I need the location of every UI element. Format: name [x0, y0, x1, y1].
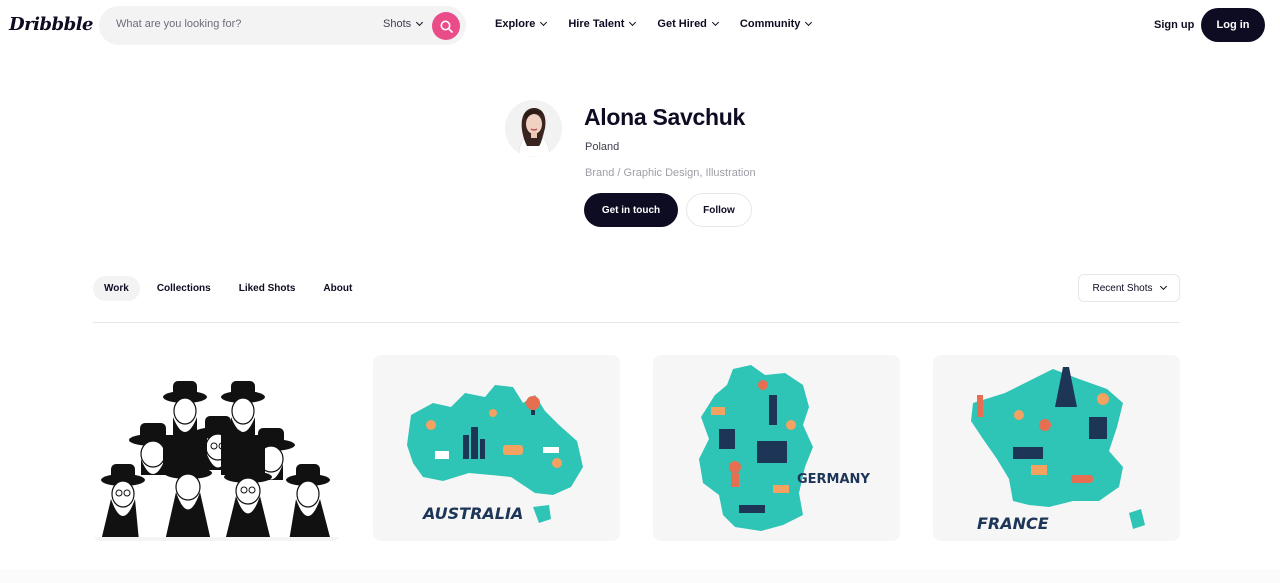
sort-dropdown[interactable]: Recent Shots [1078, 274, 1180, 302]
profile-skills: Brand / Graphic Design, Illustration [585, 167, 756, 179]
search-button[interactable] [432, 12, 460, 40]
search-scope-label: Shots [383, 18, 412, 30]
menu-item-hire-talent[interactable]: Hire Talent [568, 18, 637, 30]
follow-button[interactable]: Follow [686, 193, 752, 227]
main-menu: Explore Hire Talent Get Hired Community [495, 18, 813, 30]
avatar-portrait [505, 100, 562, 157]
chevron-down-icon [629, 18, 637, 27]
shot-thumbnail: FRANCE [933, 355, 1180, 541]
search-input[interactable]: What are you looking for? [116, 18, 356, 30]
avatar [505, 100, 562, 157]
login-button[interactable]: Log in [1201, 8, 1265, 42]
menu-item-label: Hire Talent [568, 18, 625, 30]
tab-liked-shots[interactable]: Liked Shots [228, 276, 307, 301]
divider [93, 322, 1180, 323]
menu-item-label: Explore [495, 18, 536, 30]
profile-location: Poland [585, 141, 620, 153]
search-bar[interactable]: What are you looking for? Shots [99, 6, 466, 45]
sort-label: Recent Shots [1092, 282, 1153, 294]
shot-thumbnail: AUSTRALIA [373, 355, 620, 541]
menu-item-label: Get Hired [657, 18, 707, 30]
menu-item-get-hired[interactable]: Get Hired [657, 18, 719, 30]
signup-link[interactable]: Sign up [1154, 19, 1194, 31]
menu-item-label: Community [739, 18, 801, 30]
shot-card-france[interactable]: FRANCE [933, 355, 1180, 541]
search-icon [440, 20, 453, 33]
menu-item-explore[interactable]: Explore [495, 18, 548, 30]
chevron-down-icon [1159, 282, 1167, 291]
shot-card-germany[interactable]: GERMANY [653, 355, 900, 541]
shot-card-portraits[interactable] [93, 355, 340, 541]
search-scope-select[interactable]: Shots [383, 18, 424, 30]
shot-card-australia[interactable]: AUSTRALIA [373, 355, 620, 541]
get-in-touch-button[interactable]: Get in touch [584, 193, 678, 227]
profile-tabs: Work Collections Liked Shots About [93, 276, 363, 301]
chevron-down-icon [805, 18, 813, 27]
tab-collections[interactable]: Collections [146, 276, 222, 301]
map-title-germany: GERMANY [797, 472, 870, 487]
shot-thumbnail [93, 355, 340, 541]
map-title-france: FRANCE [977, 514, 1049, 533]
chevron-down-icon [711, 18, 719, 27]
profile-name: Alona Savchuk [584, 104, 745, 130]
menu-item-community[interactable]: Community [739, 18, 813, 30]
chevron-down-icon [416, 18, 424, 27]
tab-about[interactable]: About [312, 276, 363, 301]
top-navbar: Dribbble What are you looking for? Shots… [0, 0, 1280, 52]
chevron-down-icon [540, 18, 548, 27]
map-title-australia: AUSTRALIA [421, 504, 523, 523]
footer-edge [0, 569, 1280, 583]
shot-thumbnail: GERMANY [653, 355, 900, 541]
dribbble-logo[interactable]: Dribbble [9, 14, 93, 35]
tab-work[interactable]: Work [93, 276, 140, 301]
